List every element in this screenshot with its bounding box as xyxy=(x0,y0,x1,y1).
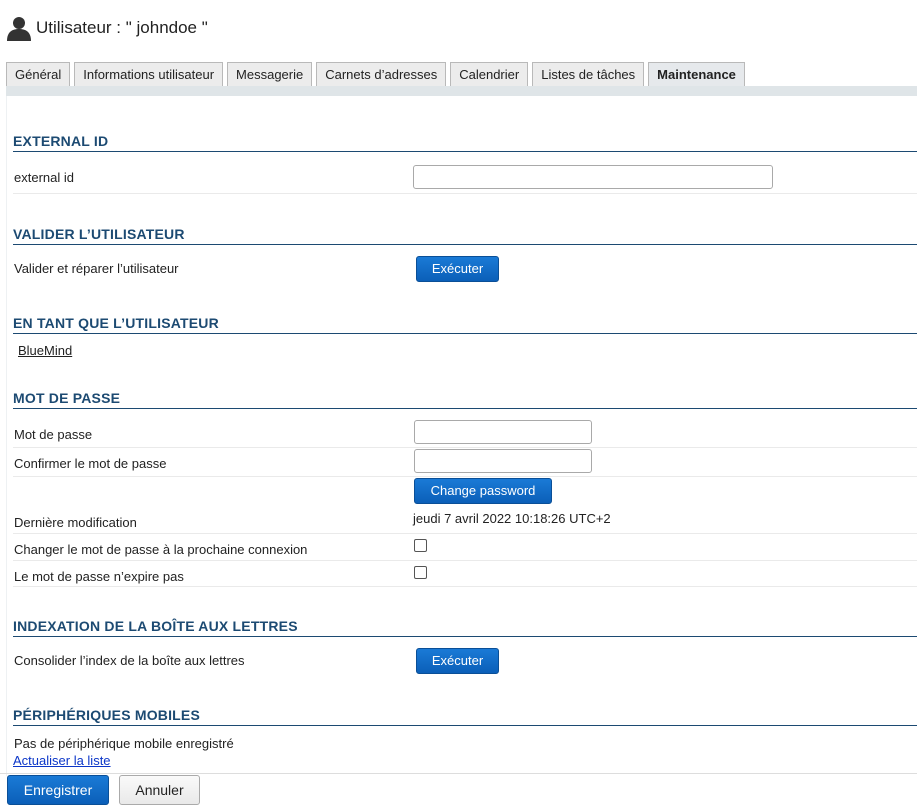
external-id-label: external id xyxy=(14,170,74,185)
validate-user-execute-button[interactable]: Exécuter xyxy=(416,256,499,282)
confirm-password-label: Confirmer le mot de passe xyxy=(14,456,167,471)
password-label: Mot de passe xyxy=(14,427,93,442)
cancel-button[interactable]: Annuler xyxy=(119,775,200,805)
no-mobile-device-text: Pas de périphérique mobile enregistré xyxy=(14,736,234,751)
last-modified-label: Dernière modification xyxy=(14,515,137,530)
tab-messaging[interactable]: Messagerie xyxy=(227,62,313,87)
row-divider xyxy=(13,533,917,534)
tab-underline xyxy=(6,86,917,96)
section-title-mobile-devices: PÉRIPHÉRIQUES MOBILES xyxy=(13,707,917,726)
tab-address-books[interactable]: Carnets d’adresses xyxy=(316,62,447,87)
row-divider xyxy=(13,476,917,477)
tab-user-info[interactable]: Informations utilisateur xyxy=(74,62,224,87)
refresh-list-link[interactable]: Actualiser la liste xyxy=(13,753,111,768)
never-expires-label: Le mot de passe n’expire pas xyxy=(14,569,184,584)
row-divider xyxy=(13,193,917,194)
row-divider xyxy=(13,560,917,561)
tab-calendar[interactable]: Calendrier xyxy=(450,62,529,87)
row-divider xyxy=(13,586,917,587)
tab-general[interactable]: Général xyxy=(6,62,71,87)
last-modified-value: jeudi 7 avril 2022 10:18:26 UTC+2 xyxy=(413,511,611,526)
external-id-input[interactable] xyxy=(413,165,773,189)
section-title-validate-user: VALIDER L’UTILISATEUR xyxy=(13,226,917,245)
tab-task-lists[interactable]: Listes de tâches xyxy=(532,62,645,87)
mailbox-index-execute-button[interactable]: Exécuter xyxy=(416,648,499,674)
row-divider xyxy=(13,447,917,448)
user-icon xyxy=(7,17,31,41)
content-border xyxy=(6,96,7,776)
bluemind-link[interactable]: BlueMind xyxy=(18,343,72,358)
section-title-external-id: EXTERNAL ID xyxy=(13,133,917,152)
page-title: Utilisateur : " johndoe " xyxy=(36,18,208,37)
validate-user-label: Valider et réparer l’utilisateur xyxy=(14,261,179,276)
tab-bar: Général Informations utilisateur Message… xyxy=(6,62,749,87)
change-next-login-label: Changer le mot de passe à la prochaine c… xyxy=(14,542,308,557)
never-expires-checkbox[interactable] xyxy=(414,566,427,579)
change-password-button[interactable]: Change password xyxy=(414,478,552,504)
page-header: Utilisateur : " johndoe " xyxy=(6,10,208,46)
section-title-mailbox-index: INDEXATION DE LA BOÎTE AUX LETTRES xyxy=(13,618,917,637)
tab-maintenance[interactable]: Maintenance xyxy=(648,62,745,87)
password-input[interactable] xyxy=(414,420,592,444)
change-next-login-checkbox[interactable] xyxy=(414,539,427,552)
section-title-as-user: EN TANT QUE L’UTILISATEUR xyxy=(13,315,917,334)
confirm-password-input[interactable] xyxy=(414,449,592,473)
section-title-password: MOT DE PASSE xyxy=(13,390,917,409)
footer-divider xyxy=(0,773,917,774)
save-button[interactable]: Enregistrer xyxy=(7,775,109,805)
mailbox-index-label: Consolider l’index de la boîte aux lettr… xyxy=(14,653,245,668)
